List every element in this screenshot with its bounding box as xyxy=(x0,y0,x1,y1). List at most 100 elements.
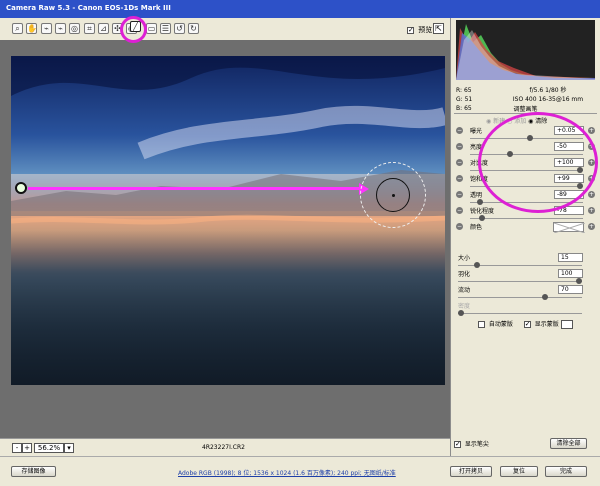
increase-icon[interactable]: + xyxy=(588,191,595,198)
rotate-right-icon[interactable]: ↻ xyxy=(188,23,199,34)
slider-label: 锐化程度 xyxy=(470,208,495,215)
auto-mask-label: 自动蒙版 xyxy=(488,321,513,328)
slider-track[interactable] xyxy=(470,135,583,141)
decrease-icon[interactable]: − xyxy=(456,175,463,182)
red-label: R: xyxy=(456,87,463,94)
brush-size-track[interactable] xyxy=(458,262,582,268)
histogram xyxy=(456,20,595,80)
brush-mode-options: ◉ 新建 ○ 添加 ◉ 清除 xyxy=(486,116,586,125)
histogram-chart xyxy=(456,20,595,80)
slider-track[interactable] xyxy=(470,215,583,221)
decrease-icon[interactable]: − xyxy=(456,191,463,198)
reset-button[interactable]: 复位 xyxy=(500,466,538,477)
crop-icon[interactable]: ⌗ xyxy=(84,23,95,34)
brush-density-row: 密度 xyxy=(458,301,584,317)
decrease-icon[interactable]: − xyxy=(456,207,463,214)
brush-feather-track[interactable] xyxy=(458,278,582,284)
adjustment-slider-row: − 饱和度 +99 + xyxy=(456,174,596,190)
graduated-filter-icon[interactable]: ▭ xyxy=(146,23,157,34)
slider-track[interactable] xyxy=(470,199,583,205)
adjustment-brush-icon[interactable]: ╱ xyxy=(130,21,141,32)
increase-icon[interactable]: + xyxy=(588,127,595,134)
filename: 4R23227I.CR2 xyxy=(202,444,245,451)
brush-feather-input[interactable]: 100 xyxy=(558,269,583,278)
zoom-dropdown-icon[interactable]: ▾ xyxy=(64,443,74,453)
increase-icon[interactable]: + xyxy=(588,207,595,214)
rotate-left-icon[interactable]: ↺ xyxy=(174,23,185,34)
slider-knob[interactable] xyxy=(577,167,583,173)
white-balance-icon[interactable]: ⌁ xyxy=(41,23,52,34)
mode-add[interactable]: ○ 添加 xyxy=(507,118,526,125)
increase-icon[interactable]: + xyxy=(588,175,595,182)
slider-knob[interactable] xyxy=(577,183,583,189)
adjustment-slider-row: − 曝光 +0.05 + xyxy=(456,126,596,142)
straighten-icon[interactable]: ⊿ xyxy=(98,23,109,34)
mode-clear[interactable]: ◉ 清除 xyxy=(528,118,547,125)
workflow-options-link[interactable]: Adobe RGB (1998); 8 位; 1536 x 1024 (1.6 … xyxy=(178,468,396,477)
brush-size-input[interactable]: 15 xyxy=(558,253,583,262)
slider-value-input[interactable]: +100 xyxy=(554,158,584,167)
mask-color-swatch[interactable] xyxy=(560,320,573,329)
auto-mask-checkbox[interactable] xyxy=(478,321,485,328)
brush-flow-input[interactable]: 70 xyxy=(558,285,583,294)
zoom-level[interactable]: 56.2% xyxy=(34,443,64,453)
slider-knob[interactable] xyxy=(477,199,484,205)
zoom-in-button[interactable]: + xyxy=(22,443,32,453)
slider-track[interactable] xyxy=(470,183,583,189)
tool-toolbar: ⌕ ✋ ⌁ ⌁ ◎ ⌗ ⊿ ✣ ◉ ╱ ▭ ☰ ↺ ↻ xyxy=(0,18,450,40)
increase-icon[interactable]: + xyxy=(588,223,595,230)
slider-knob[interactable] xyxy=(526,135,533,141)
adjustment-slider-row: − 颜色 + xyxy=(456,222,596,238)
show-mask-checkbox[interactable]: ✓ xyxy=(523,321,531,328)
color-sampler-icon[interactable]: ⌁ xyxy=(55,23,66,34)
adjustment-slider-row: − 对比度 +100 + xyxy=(456,158,596,174)
zoom-icon[interactable]: ⌕ xyxy=(12,23,23,34)
slider-value-input[interactable]: -50 xyxy=(554,142,584,151)
increase-icon[interactable]: + xyxy=(588,159,595,166)
brush-footer: ✓ 显示笔尖 清除全部 xyxy=(454,438,595,449)
open-copy-button[interactable]: 打开拷贝 xyxy=(450,466,492,477)
spot-removal-icon[interactable]: ✣ xyxy=(112,23,123,34)
brush-flow-knob[interactable] xyxy=(541,294,548,300)
slider-track[interactable] xyxy=(470,167,583,173)
decrease-icon[interactable]: − xyxy=(456,223,463,230)
done-button[interactable]: 完成 xyxy=(545,466,587,477)
slider-value-input[interactable]: +0.05 xyxy=(554,126,584,135)
increase-icon[interactable]: + xyxy=(588,143,595,150)
mode-new[interactable]: ◉ 新建 xyxy=(486,118,505,125)
brush-feather-row: 羽化 100 xyxy=(458,269,584,285)
camera-raw-window: Camera Raw 5.3 - Canon EOS-1Ds Mark III … xyxy=(0,0,600,486)
brush-size-knob[interactable] xyxy=(473,262,480,268)
show-pins-checkbox[interactable]: ✓ xyxy=(454,441,461,448)
fullscreen-icon[interactable]: ⇱ xyxy=(433,23,444,34)
red-value: 65 xyxy=(463,87,472,94)
zoom-cursor-icon xyxy=(15,182,27,194)
clear-all-button[interactable]: 清除全部 xyxy=(550,438,587,449)
brush-flow-label: 流动 xyxy=(458,287,471,294)
brush-density-label: 密度 xyxy=(458,303,471,310)
hand-icon[interactable]: ✋ xyxy=(26,23,37,34)
decrease-icon[interactable]: − xyxy=(456,143,463,150)
slider-value-input[interactable]: -89 xyxy=(554,190,584,199)
window-title: Camera Raw 5.3 - Canon EOS-1Ds Mark III xyxy=(0,0,600,18)
green-value: 51 xyxy=(464,96,473,103)
iso-lens-readout: ISO 400 16-35@16 mm xyxy=(512,96,584,103)
save-image-button[interactable]: 存储图像 xyxy=(11,466,56,477)
color-picker-box[interactable] xyxy=(553,222,586,234)
slider-value-input[interactable]: +99 xyxy=(554,174,584,183)
brush-feather-knob[interactable] xyxy=(576,278,582,284)
target-adjustment-icon[interactable]: ◎ xyxy=(69,23,80,34)
decrease-icon[interactable]: − xyxy=(456,127,463,134)
slider-knob[interactable] xyxy=(479,215,486,221)
brush-flow-track[interactable] xyxy=(458,294,582,300)
preview-toggle[interactable]: ✓ 预览 xyxy=(407,25,432,35)
slider-knob[interactable] xyxy=(506,151,513,157)
preview-checkbox[interactable]: ✓ xyxy=(407,26,414,34)
zoom-out-button[interactable]: - xyxy=(12,443,22,453)
show-pins-label: 显示笔尖 xyxy=(464,441,489,448)
preferences-icon[interactable]: ☰ xyxy=(160,23,171,34)
slider-track[interactable] xyxy=(470,151,583,157)
decrease-icon[interactable]: − xyxy=(456,159,463,166)
slider-label: 对比度 xyxy=(470,160,489,167)
slider-value-input[interactable]: -78 xyxy=(554,206,584,215)
